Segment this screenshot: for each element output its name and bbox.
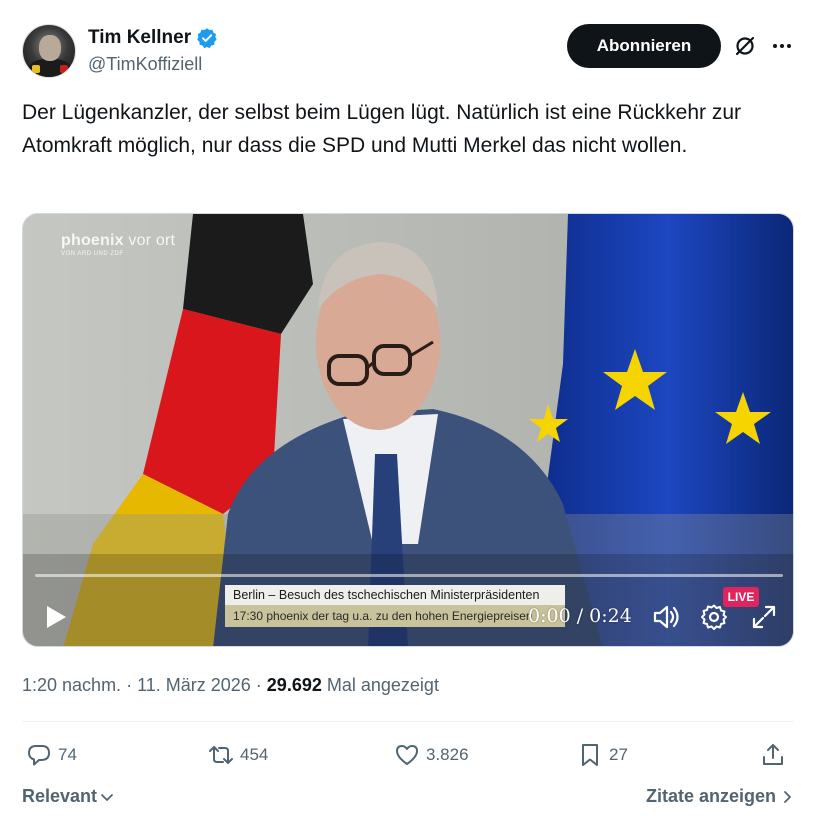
view-count-label: Mal angezeigt (326, 675, 439, 695)
replies-footer: Relevant Zitate anzeigen (22, 786, 794, 812)
quotes-label: Zitate anzeigen (645, 786, 776, 806)
play-icon[interactable] (41, 603, 69, 631)
repost-count: 454 (240, 745, 269, 764)
tweet-header: Tim Kellner @TimKoffiziell Abonnieren (22, 22, 794, 78)
author-handle[interactable]: @TimKoffiziell (88, 52, 218, 76)
post-date[interactable]: 11. März 2026 (137, 675, 251, 695)
lower-third: Berlin – Besuch des tschechischen Minist… (225, 585, 565, 627)
meta-separator: · (121, 675, 138, 695)
avatar[interactable] (22, 24, 76, 78)
bookmark-button[interactable]: 27 (577, 738, 628, 772)
settings-gear-icon[interactable] (700, 603, 728, 631)
sort-label: Relevant (22, 786, 98, 806)
avatar-face-shape (39, 35, 61, 61)
repost-button[interactable]: 454 (208, 738, 268, 772)
reply-count: 74 (58, 745, 77, 764)
subscribe-button[interactable]: Abonnieren (567, 24, 721, 68)
action-bar: 74 454 3.826 27 (22, 738, 794, 772)
repost-icon (209, 746, 233, 764)
view-count: 29.692 (266, 675, 322, 695)
heart-icon (396, 745, 418, 765)
channel-logo-suffix: vor ort (128, 232, 176, 249)
video-player[interactable]: phoenix vor ort VON ARD UND ZDF Berlin –… (22, 213, 794, 647)
bookmark-icon (582, 744, 598, 766)
video-progress-bar[interactable] (35, 574, 783, 577)
lower-third-headline: Berlin – Besuch des tschechischen Minist… (225, 585, 565, 605)
lower-third-ticker: 17:30 phoenix der tag u.a. zu den hohen … (225, 605, 565, 627)
video-time: 0:00 / 0:24 (528, 605, 632, 627)
view-quotes-link[interactable]: Zitate anzeigen (646, 786, 794, 807)
channel-logo: phoenix vor ort VON ARD UND ZDF (61, 232, 175, 257)
bookmark-count: 27 (609, 745, 628, 764)
author-name-row[interactable]: Tim Kellner (88, 26, 218, 50)
sort-replies-button[interactable]: Relevant (22, 786, 115, 807)
chevron-right-icon (784, 790, 791, 803)
reply-button[interactable]: 74 (26, 738, 77, 772)
avatar-badge-yellow (32, 65, 40, 73)
chevron-down-icon (101, 793, 113, 801)
post-time[interactable]: 1:20 nachm. (22, 675, 121, 695)
volume-icon[interactable] (651, 602, 681, 632)
like-count: 3.826 (426, 745, 469, 764)
author-info: Tim Kellner @TimKoffiziell (88, 26, 218, 76)
more-horizontal-icon[interactable] (770, 34, 794, 58)
divider (22, 721, 794, 722)
reply-bubble-icon (28, 745, 50, 766)
video-frame (23, 214, 793, 646)
meta-separator: · (250, 675, 267, 695)
tweet-meta: 1:20 nachm. · 11. März 2026 · 29.692 Mal… (22, 672, 439, 698)
fullscreen-icon[interactable] (750, 603, 778, 631)
share-icon (763, 744, 783, 765)
verified-badge-icon (197, 28, 217, 49)
tweet-text: Der Lügenkanzler, der selbst beim Lügen … (22, 101, 742, 157)
like-button[interactable]: 3.826 (394, 738, 469, 772)
share-button[interactable] (760, 738, 786, 772)
author-display-name[interactable]: Tim Kellner (88, 26, 191, 50)
channel-logo-main: phoenix (61, 232, 124, 249)
channel-logo-sub: VON ARD UND ZDF (61, 251, 124, 257)
grok-slash-circle-icon[interactable] (733, 34, 757, 58)
avatar-badge-red (60, 65, 68, 73)
